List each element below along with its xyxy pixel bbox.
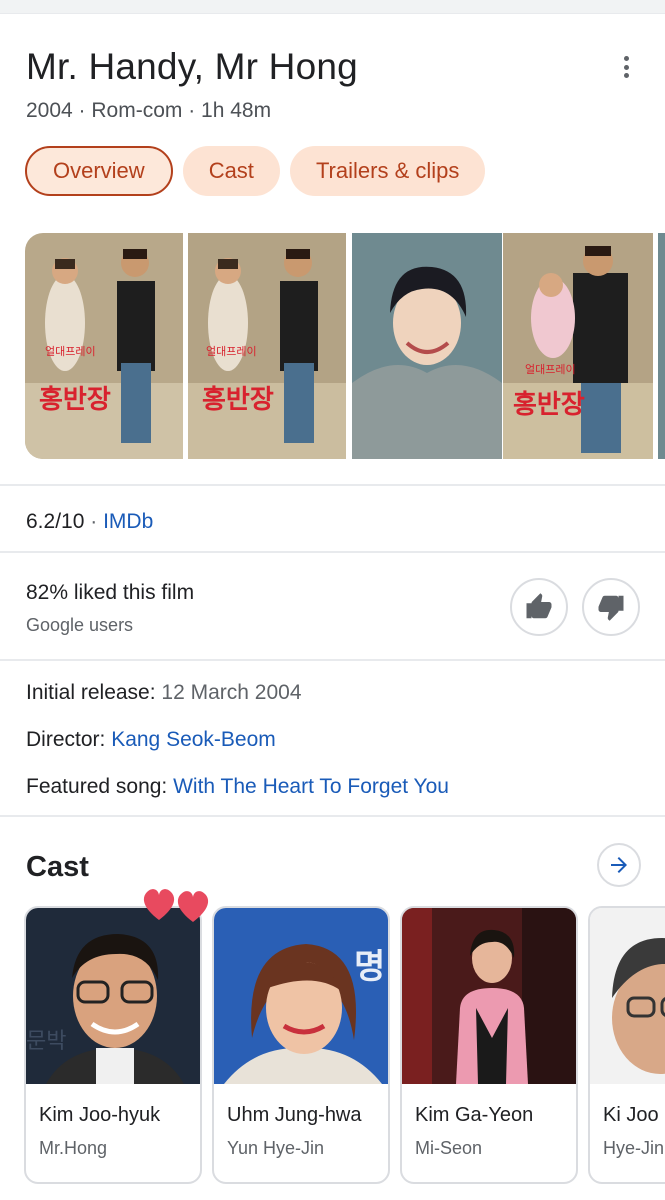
svg-text:홍반장: 홍반장 — [202, 385, 274, 415]
cast-card[interactable]: Ki Joo Hye-Jin — [588, 906, 665, 1184]
svg-text:얼대프레이: 얼대프레이 — [525, 362, 576, 376]
movie-subtitle: 2004 · Rom-com · 1h 48m — [26, 99, 272, 122]
fact-label: Director: — [26, 728, 112, 751]
divider — [0, 484, 665, 486]
thumb-down-icon[interactable] — [582, 578, 640, 636]
featured-song-link[interactable]: With The Heart To Forget You — [173, 775, 449, 798]
actor-photo-image[interactable] — [352, 233, 502, 459]
svg-text:홍반장: 홍반장 — [39, 385, 111, 415]
rating-separator: · — [90, 510, 98, 533]
cast-photo: 문박 — [26, 908, 200, 1084]
heart-icons — [143, 889, 209, 922]
imdb-rating: 6.2/10 · IMDb — [26, 510, 153, 534]
tab-bar: Overview Cast Trailers & clips — [25, 146, 486, 196]
cast-more-arrow-icon[interactable] — [597, 843, 641, 887]
fact-label: Featured song: — [26, 775, 174, 798]
cast-name: Kim Ga-Yeon — [415, 1104, 534, 1126]
cast-photo — [590, 908, 665, 1084]
fact-label: Initial release: — [26, 681, 162, 704]
fact-director: Director: Kang Seok-Beom — [26, 728, 276, 752]
fact-featured-song: Featured song: With The Heart To Forget … — [26, 775, 449, 799]
cast-name: Ki Joo — [603, 1104, 659, 1126]
rating-score: 6.2/10 — [26, 510, 85, 533]
movie-title: Mr. Handy, Mr Hong — [26, 46, 358, 87]
cast-role: Mi-Seon — [415, 1138, 483, 1158]
top-strip — [0, 0, 665, 14]
cast-role: Mr.Hong — [39, 1138, 108, 1158]
tab-cast[interactable]: Cast — [182, 146, 280, 196]
cast-carousel[interactable]: 문박 Kim Joo-hyuk Mr.Hong 명 Uhm Jung-hwa Y… — [24, 906, 665, 1186]
cast-section-title: Cast — [26, 851, 89, 883]
gallery-next-image[interactable] — [658, 233, 665, 459]
cast-photo: 명 — [214, 908, 388, 1084]
svg-text:얼대프레이: 얼대프레이 — [206, 344, 257, 358]
divider — [0, 659, 665, 661]
divider — [0, 551, 665, 553]
cast-photo — [402, 908, 576, 1084]
liked-percentage: 82% liked this film — [26, 581, 195, 604]
svg-text:명: 명 — [354, 947, 385, 987]
director-link[interactable]: Kang Seok-Beom — [111, 728, 276, 751]
cast-card[interactable]: 명 Uhm Jung-hwa Yun Hye-Jin — [212, 906, 390, 1184]
divider — [0, 815, 665, 817]
svg-text:문박: 문박 — [26, 1029, 66, 1054]
thumb-up-icon[interactable] — [510, 578, 568, 636]
svg-text:얼대프레이: 얼대프레이 — [45, 344, 96, 358]
cast-role: Yun Hye-Jin — [227, 1138, 325, 1158]
fact-initial-release: Initial release: 12 March 2004 — [26, 681, 302, 705]
poster-image-1[interactable]: 얼대프레이 홍반장 — [25, 233, 183, 459]
tab-overview[interactable]: Overview — [25, 146, 173, 196]
svg-text:홍반장: 홍반장 — [513, 390, 585, 420]
poster-image-2[interactable]: 얼대프레이 홍반장 — [188, 233, 346, 459]
liked-source: Google users — [26, 615, 134, 635]
poster-image-3[interactable]: 얼대프레이 홍반장 — [503, 233, 653, 459]
cast-role: Hye-Jin — [603, 1138, 665, 1158]
image-gallery[interactable]: 얼대프레이 홍반장 얼대프레이 홍반장 얼대프레이 홍반장 — [25, 233, 665, 459]
more-options-icon[interactable] — [612, 52, 640, 82]
cast-card[interactable]: 문박 Kim Joo-hyuk Mr.Hong — [24, 906, 202, 1184]
tab-trailers-clips[interactable]: Trailers & clips — [289, 146, 486, 196]
cast-name: Kim Joo-hyuk — [39, 1104, 161, 1126]
cast-card[interactable]: Kim Ga-Yeon Mi-Seon — [400, 906, 578, 1184]
imdb-link[interactable]: IMDb — [103, 510, 153, 533]
cast-name: Uhm Jung-hwa — [227, 1104, 362, 1126]
fact-value: 12 March 2004 — [161, 681, 302, 704]
